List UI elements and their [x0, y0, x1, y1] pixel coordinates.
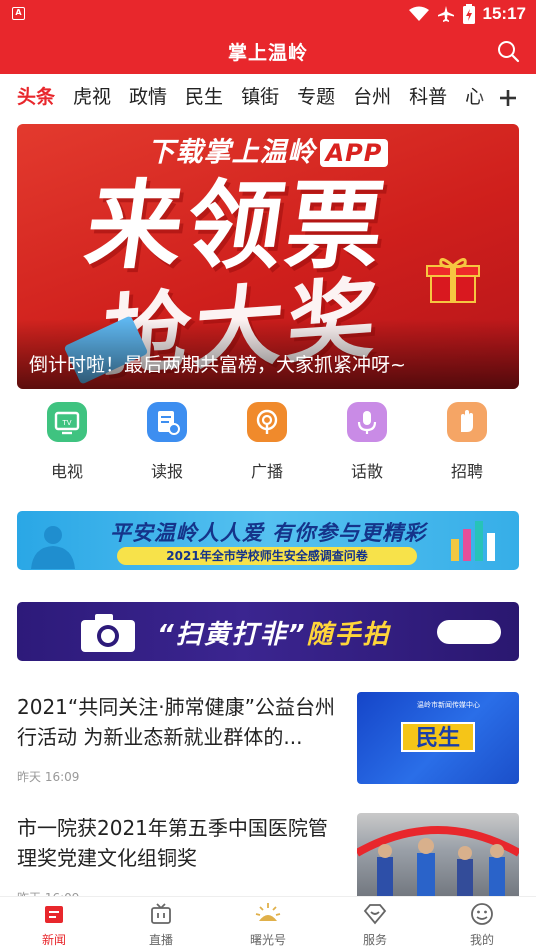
- tab-4[interactable]: 镇街: [241, 84, 279, 110]
- banner-top-text: 下载掌上温岭 APP: [17, 130, 519, 169]
- search-icon[interactable]: [496, 39, 520, 63]
- airplane-icon: [437, 6, 454, 22]
- tab-5[interactable]: 专题: [297, 84, 335, 110]
- news-icon: [41, 901, 67, 927]
- nav-label: 服务: [362, 933, 387, 947]
- quick-link-3[interactable]: 话散: [317, 402, 417, 482]
- tab-1[interactable]: 虎视: [73, 84, 111, 110]
- quick-link-4[interactable]: 招聘: [417, 402, 517, 482]
- wifi-icon: [408, 6, 429, 21]
- report-photo-ad[interactable]: “扫黄打非”随手拍: [17, 602, 519, 661]
- app-notification-icon: A: [12, 7, 25, 20]
- service-icon: [362, 901, 388, 927]
- nav-profile[interactable]: 我的: [442, 901, 522, 948]
- thumb-label: 民生: [401, 722, 475, 752]
- quick-link-2[interactable]: 广播: [217, 402, 317, 482]
- tv-icon: TV: [47, 402, 87, 442]
- nav-service[interactable]: 服务: [335, 901, 415, 948]
- sunrise-icon: [255, 901, 281, 927]
- quick-link-label: 招聘: [450, 462, 483, 481]
- camera-icon: [81, 614, 135, 652]
- bottom-nav: 新闻 直播 曙光号 服务 我的: [0, 896, 536, 952]
- promo-banner[interactable]: 下载掌上温岭APP 来领票 抢大奖 倒计时啦！最后两期共富榜，大家抓紧冲呀~: [17, 124, 519, 389]
- thumb-logo-text: 温岭市新闻传媒中心: [417, 701, 480, 709]
- microphone-icon: [347, 402, 387, 442]
- nav-label: 曙光号: [249, 933, 286, 947]
- nav-sunrise[interactable]: 曙光号: [228, 901, 308, 948]
- radio-icon: [247, 402, 287, 442]
- news-thumbnail: [357, 813, 519, 905]
- news-thumbnail: 温岭市新闻传媒中心 民生: [357, 692, 519, 784]
- banner-app-badge: APP: [319, 139, 389, 167]
- newspaper-icon: [147, 402, 187, 442]
- tv-live-icon: [148, 901, 174, 927]
- nav-label: 我的: [469, 933, 494, 947]
- page-title: 掌上温岭: [227, 42, 308, 64]
- tab-7[interactable]: 科普: [409, 84, 447, 110]
- news-item[interactable]: 市一院获2021年第五季中国医院管理奖党建文化组铜奖 昨天 16:09: [0, 813, 536, 905]
- status-bar: A 15:17: [0, 0, 536, 28]
- quick-link-0[interactable]: TV 电视: [17, 402, 117, 482]
- svg-text:TV: TV: [61, 419, 71, 427]
- profile-icon: [469, 901, 495, 927]
- nav-news[interactable]: 新闻: [14, 901, 94, 948]
- clock: 15:17: [482, 4, 526, 23]
- news-headline: 2021“共同关注·肺常健康”公益台州行活动 为新业态新就业群体的...: [17, 695, 335, 749]
- nav-label: 新闻: [41, 933, 66, 947]
- add-channel-icon[interactable]: [498, 88, 518, 108]
- status-icons: 15:17: [408, 3, 526, 25]
- banner-headline-1: 来领票: [79, 170, 395, 282]
- tab-6[interactable]: 台州: [353, 84, 391, 110]
- safety-survey-ad[interactable]: 平安温岭人人爱 有你参与更精彩 2021年全市学校师生安全感调查问卷: [17, 511, 519, 570]
- quick-link-label: 读报: [150, 462, 183, 481]
- quick-link-1[interactable]: 读报: [117, 402, 217, 482]
- channel-tabs: 头条 虎视 政情 民生 镇街 专题 台州 科普心: [0, 74, 536, 122]
- banner-caption: 倒计时啦！最后两期共富榜，大家抓紧冲呀~: [29, 354, 406, 376]
- battery-icon: [462, 4, 475, 24]
- ad1-title: 平安温岭人人爱 有你参与更精彩: [109, 521, 427, 545]
- nav-label: 直播: [148, 933, 173, 947]
- tab-2[interactable]: 政情: [129, 84, 167, 110]
- quick-link-label: 广播: [250, 462, 283, 481]
- ad2-pill: [437, 620, 501, 644]
- tab-0[interactable]: 头条: [17, 84, 55, 110]
- runners-photo: [357, 826, 519, 899]
- quick-link-label: 话散: [350, 462, 383, 481]
- gift-icon: [426, 258, 480, 303]
- quick-link-label: 电视: [50, 462, 83, 481]
- tab-3[interactable]: 民生: [185, 84, 223, 110]
- news-headline: 市一院获2021年第五季中国医院管理奖党建文化组铜奖: [17, 816, 328, 870]
- chart-deco-icon: [451, 521, 495, 561]
- nav-tv-live[interactable]: 直播: [121, 901, 201, 948]
- quick-links: TV 电视 读报 广播 话散 招聘: [0, 402, 536, 484]
- news-item[interactable]: 2021“共同关注·肺常健康”公益台州行活动 为新业态新就业群体的... 昨天 …: [0, 692, 536, 792]
- ad2-title: “扫黄打非”随手拍: [157, 620, 391, 650]
- hand-icon: [447, 402, 487, 442]
- app-header: 掌上温岭: [0, 28, 536, 74]
- news-time: 昨天 16:09: [17, 770, 80, 784]
- tab-list: 头条 虎视 政情 民生 镇街 专题 台州 科普心: [17, 84, 502, 110]
- ad1-subtitle: 2021年全市学校师生安全感调查问卷: [117, 547, 417, 565]
